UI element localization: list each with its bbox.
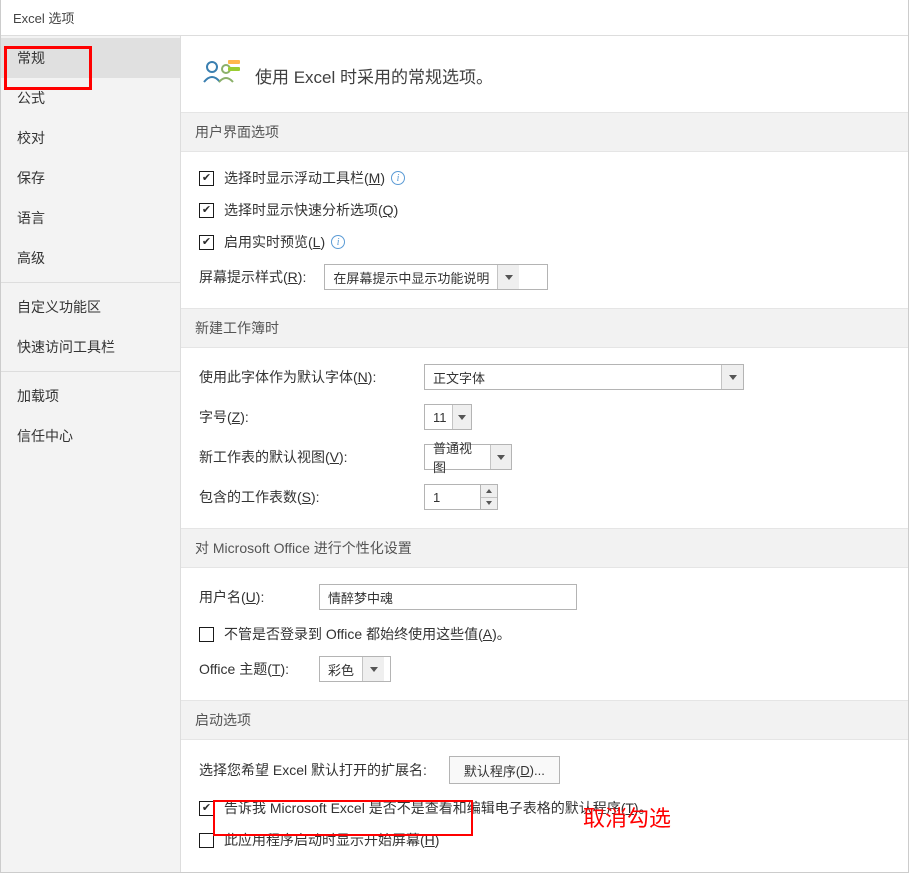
section-heading: 启动选项 [181, 700, 908, 740]
sidebar-divider [1, 282, 180, 283]
label-default-extensions: 选择您希望 Excel 默认打开的扩展名: [199, 760, 427, 780]
label-screentip-style: 屏幕提示样式(R): [199, 267, 306, 287]
sidebar-item-advanced[interactable]: 高级 [1, 238, 180, 278]
window-title: Excel 选项 [1, 0, 908, 35]
select-screentip-style[interactable]: 在屏幕提示中显示功能说明 [324, 264, 548, 290]
checkbox-live-preview[interactable] [199, 235, 214, 250]
section-ui-options: 用户界面选项 选择时显示浮动工具栏(M) i 选择时显示快速分析选项(Q) 启用… [181, 112, 908, 308]
chevron-down-icon [497, 265, 519, 289]
section-new-workbook: 新建工作簿时 使用此字体作为默认字体(N): 正文字体 字号(Z): 11 [181, 308, 908, 528]
section-heading: 用户界面选项 [181, 112, 908, 152]
select-default-font[interactable]: 正文字体 [424, 364, 744, 390]
label-default-view: 新工作表的默认视图(V): [199, 447, 424, 467]
label-show-mini-toolbar: 选择时显示浮动工具栏(M) [224, 168, 385, 188]
checkbox-show-quick-analysis[interactable] [199, 203, 214, 218]
info-icon[interactable]: i [391, 171, 405, 185]
sidebar-item-customize-ribbon[interactable]: 自定义功能区 [1, 287, 180, 327]
sidebar-item-language[interactable]: 语言 [1, 198, 180, 238]
sidebar-item-addins[interactable]: 加载项 [1, 376, 180, 416]
chevron-down-icon [721, 365, 743, 389]
sidebar-item-save[interactable]: 保存 [1, 158, 180, 198]
sidebar-item-general[interactable]: 常规 [1, 38, 180, 78]
label-office-theme: Office 主题(T): [199, 659, 319, 679]
label-username: 用户名(U): [199, 587, 319, 607]
page-title: 使用 Excel 时采用的常规选项。 [255, 63, 493, 88]
sidebar-item-formulas[interactable]: 公式 [1, 78, 180, 118]
button-default-programs[interactable]: 默认程序(D)... [449, 756, 560, 784]
checkbox-tell-default[interactable] [199, 801, 214, 816]
label-show-start-screen: 此应用程序启动时显示开始屏幕(H) [224, 830, 439, 850]
select-default-view[interactable]: 普通视图 [424, 444, 512, 470]
label-font-size: 字号(Z): [199, 407, 424, 427]
input-username[interactable] [319, 584, 577, 610]
label-default-font: 使用此字体作为默认字体(N): [199, 367, 424, 387]
checkbox-always-use-values[interactable] [199, 627, 214, 642]
section-startup: 启动选项 选择您希望 Excel 默认打开的扩展名: 默认程序(D)... 告诉… [181, 700, 908, 868]
main-pane: 使用 Excel 时采用的常规选项。 用户界面选项 选择时显示浮动工具栏(M) … [181, 36, 908, 872]
label-sheet-count: 包含的工作表数(S): [199, 487, 424, 507]
checkbox-show-start-screen[interactable] [199, 833, 214, 848]
sidebar-divider [1, 371, 180, 372]
sidebar-item-proofing[interactable]: 校对 [1, 118, 180, 158]
sidebar-item-trust-center[interactable]: 信任中心 [1, 416, 180, 456]
spinner-down[interactable] [481, 498, 497, 510]
info-icon[interactable]: i [331, 235, 345, 249]
spinner-sheet-count[interactable]: 1 [424, 484, 498, 510]
chevron-down-icon [362, 657, 384, 681]
label-live-preview: 启用实时预览(L) [224, 232, 325, 252]
select-office-theme[interactable]: 彩色 [319, 656, 391, 682]
sidebar: 常规 公式 校对 保存 语言 高级 自定义功能区 快速访问工具栏 加载项 信任中… [1, 36, 181, 872]
section-personalize: 对 Microsoft Office 进行个性化设置 用户名(U): 不管是否登… [181, 528, 908, 700]
label-show-quick-analysis: 选择时显示快速分析选项(Q) [224, 200, 398, 220]
chevron-down-icon [452, 405, 471, 429]
general-options-icon [201, 58, 241, 92]
label-tell-default: 告诉我 Microsoft Excel 是否不是查看和编辑电子表格的默认程序(T… [224, 798, 653, 818]
label-always-use-values: 不管是否登录到 Office 都始终使用这些值(A)。 [224, 624, 511, 644]
spinner-up[interactable] [481, 485, 497, 498]
sidebar-item-qat[interactable]: 快速访问工具栏 [1, 327, 180, 367]
checkbox-show-mini-toolbar[interactable] [199, 171, 214, 186]
section-heading: 新建工作簿时 [181, 308, 908, 348]
chevron-down-icon [490, 445, 511, 469]
select-font-size[interactable]: 11 [424, 404, 472, 430]
section-heading: 对 Microsoft Office 进行个性化设置 [181, 528, 908, 568]
